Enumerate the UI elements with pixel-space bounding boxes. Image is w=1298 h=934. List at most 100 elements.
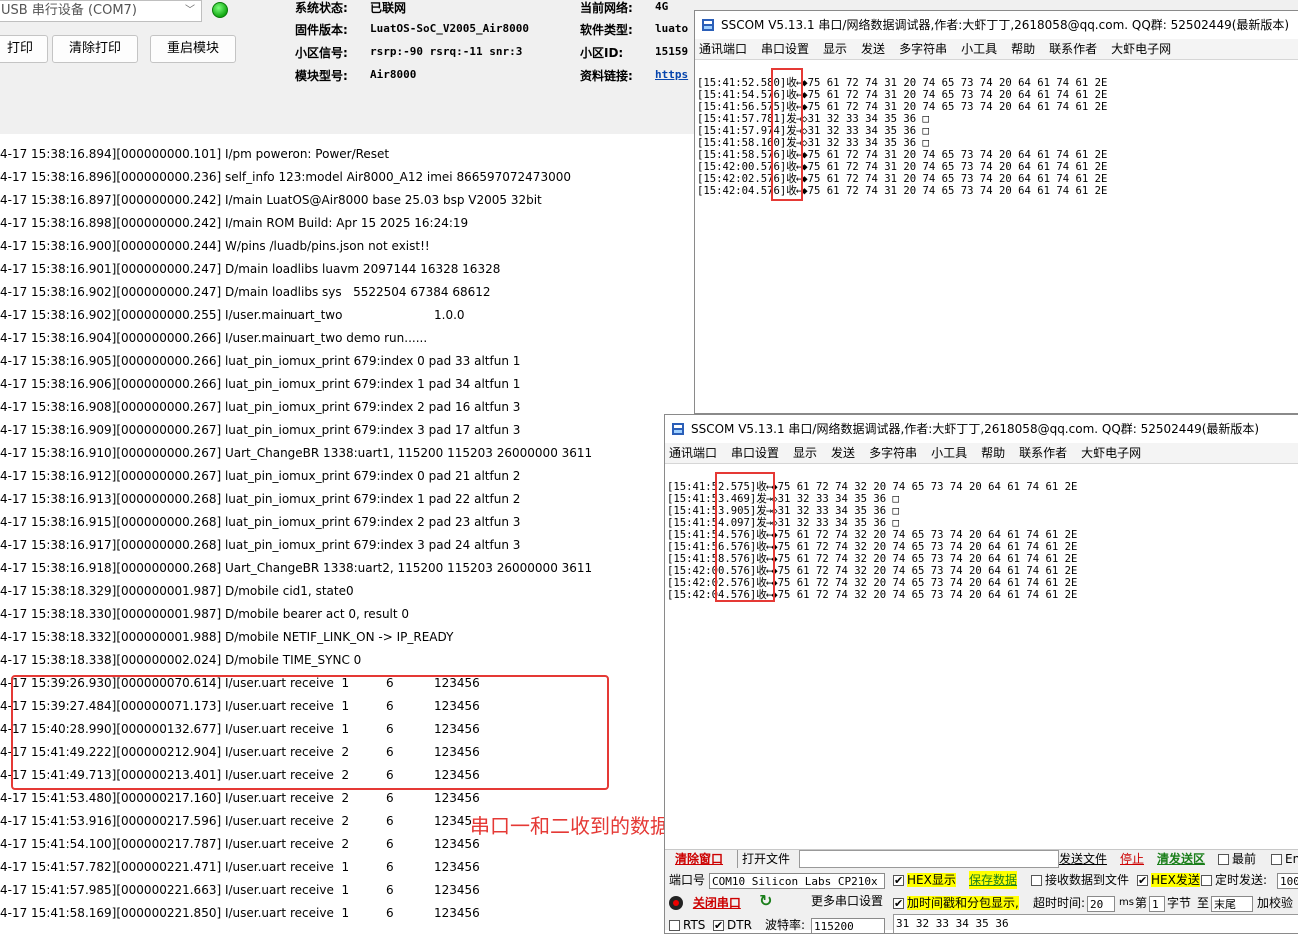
- window-title-text: SSCOM V5.13.1 串口/网络数据调试器,作者:大虾丁丁,2618058…: [721, 18, 1290, 32]
- clear-send-button[interactable]: 清发送区: [1157, 850, 1205, 868]
- port-select-value: USB 串行设备 (COM7): [1, 3, 137, 18]
- menu-item[interactable]: 帮助: [1011, 42, 1035, 56]
- menu-item[interactable]: 发送: [831, 446, 855, 460]
- log-row: 4-17 15:38:16.912][000000000.267] luat_p…: [0, 465, 694, 488]
- menu-item[interactable]: 大虾电子网: [1081, 446, 1141, 460]
- log-text: 4-17 15:38:16.897][000000000.242] I/main…: [0, 193, 542, 207]
- port-select[interactable]: COM10 Silicon Labs CP210x: [709, 871, 885, 889]
- terminal-hex-data: 75 61 72 74 32 20 74 65 73 74 20 64 61 7…: [777, 529, 1078, 541]
- sscom-window-2: SSCOM V5.13.1 串口/网络数据调试器,作者:大虾丁丁,2618058…: [664, 414, 1298, 934]
- annotation-text: 串口一和二收到的数据: [470, 814, 670, 838]
- rts-checkbox[interactable]: RTS: [669, 916, 705, 933]
- timeout-input[interactable]: 20: [1087, 894, 1115, 912]
- log-text: 4-17 15:38:16.902][000000000.247] D/main…: [0, 285, 491, 299]
- log-row: 4-17 15:38:16.896][000000000.236] self_i…: [0, 166, 694, 189]
- menu-item[interactable]: 通讯端口: [699, 42, 747, 56]
- timeout-value: 20: [1087, 895, 1115, 912]
- menu-item[interactable]: 大虾电子网: [1111, 42, 1171, 56]
- log-text: 4-17 15:38:16.910][000000000.267] Uart_C…: [0, 446, 593, 460]
- english-checkbox[interactable]: En: [1271, 850, 1298, 868]
- end-select-value: 末尾: [1211, 895, 1253, 912]
- log-row: 4-17 15:38:16.909][000000000.267] luat_p…: [0, 419, 694, 442]
- stop-button[interactable]: 停止: [1120, 850, 1144, 868]
- log-row: 4-17 15:38:16.904][000000000.266] I/user…: [0, 327, 694, 350]
- hex-send-checkbox[interactable]: HEX发送: [1137, 871, 1200, 890]
- log-row: 4-17 15:38:16.894][000000000.101] I/pm p…: [0, 143, 694, 166]
- log-field: 6: [386, 906, 394, 920]
- menu-item[interactable]: 显示: [793, 446, 817, 460]
- terminal-hex-data: 75 61 72 74 32 20 74 65 73 74 20 64 61 7…: [777, 589, 1078, 601]
- terminal-line: [15:42:04.576]收←◆75 61 72 74 31 20 74 65…: [697, 185, 1107, 197]
- menu-item[interactable]: 串口设置: [731, 446, 779, 460]
- terminal-hex-data: 75 61 72 74 32 20 74 65 73 74 20 64 61 7…: [777, 553, 1078, 565]
- log-row: 4-17 15:38:16.902][000000000.255] I/user…: [0, 304, 694, 327]
- log-text: 4-17 15:38:16.894][000000000.101] I/pm p…: [0, 147, 390, 161]
- menu-item[interactable]: 多字符串: [899, 42, 947, 56]
- menu-item[interactable]: 串口设置: [761, 42, 809, 56]
- topmost-checkbox[interactable]: 最前: [1218, 850, 1256, 868]
- send-file-button[interactable]: 发送文件: [1059, 850, 1107, 868]
- save-data-button[interactable]: 保存数据: [969, 871, 1018, 889]
- hex-display-checkbox[interactable]: HEX显示: [893, 871, 956, 890]
- refresh-icon[interactable]: ↻: [759, 892, 772, 910]
- port-select[interactable]: USB 串行设备 (COM7) ﹀: [0, 0, 202, 22]
- log-text: 4-17 15:38:16.913][000000000.268] luat_p…: [0, 492, 521, 506]
- window-title-text: SSCOM V5.13.1 串口/网络数据调试器,作者:大虾丁丁,2618058…: [691, 422, 1260, 436]
- timed-interval-input[interactable]: 100: [1277, 871, 1298, 889]
- menu-bar: 通讯端口 串口设置 显示 发送 多字符串 小工具 帮助 联系作者 大虾电子网: [695, 39, 1298, 60]
- send-input[interactable]: 31 32 33 34 35 36: [893, 914, 1298, 933]
- cell-id-label: 小区ID:: [580, 46, 624, 60]
- menu-item[interactable]: 发送: [861, 42, 885, 56]
- terminal-line: [15:41:56.575]收←◆75 61 72 74 31 20 74 65…: [697, 101, 1107, 113]
- port-label: 端口号: [669, 873, 706, 887]
- clear-print-button[interactable]: 清除打印: [52, 35, 138, 63]
- resource-link[interactable]: https: [655, 68, 688, 81]
- log-text: 4-17 15:41:58.169][000000221.850] I/user…: [0, 906, 287, 920]
- port-select-value: COM10 Silicon Labs CP210x: [709, 872, 885, 889]
- log-field: receive 2: [290, 814, 350, 828]
- log-field: receive 2: [290, 837, 350, 851]
- receive-area[interactable]: [15:41:52.580]收←◆75 61 72 74 31 20 74 65…: [697, 77, 1107, 197]
- end-select[interactable]: 末尾: [1211, 894, 1253, 912]
- menu-item[interactable]: 显示: [823, 42, 847, 56]
- open-file-button[interactable]: 打开文件: [737, 850, 790, 868]
- menu-item[interactable]: 帮助: [981, 446, 1005, 460]
- close-port-button[interactable]: 关闭串口: [669, 894, 741, 912]
- nth-input[interactable]: 1: [1149, 894, 1165, 912]
- log-row: 4-17 15:38:18.332][000000001.988] D/mobi…: [0, 626, 694, 649]
- log-field: 12345: [434, 814, 473, 828]
- log-row: 4-17 15:38:16.902][000000000.247] D/main…: [0, 281, 694, 304]
- timed-send-checkbox[interactable]: 定时发送:: [1201, 871, 1267, 889]
- log-row: 4-17 15:38:16.908][000000000.267] luat_p…: [0, 396, 694, 419]
- log-field: receive 1: [290, 883, 350, 897]
- log-row: 4-17 15:38:16.910][000000000.267] Uart_C…: [0, 442, 694, 465]
- menu-item[interactable]: 小工具: [961, 42, 997, 56]
- timestamp-checkbox[interactable]: 加时间戳和分包显示,: [893, 894, 1019, 913]
- restart-module-button[interactable]: 重启模块: [150, 35, 236, 63]
- log-row: 4-17 15:41:57.985][000000221.663] I/user…: [0, 879, 694, 902]
- more-settings-button[interactable]: 更多串口设置: [811, 892, 883, 910]
- byte-label: 字节: [1167, 896, 1192, 910]
- topmost-label: 最前: [1232, 852, 1257, 866]
- print-button[interactable]: 打印: [0, 35, 48, 63]
- menu-item[interactable]: 通讯端口: [669, 446, 717, 460]
- timestamp-label: 加时间戳和分包显示,: [907, 896, 1019, 910]
- dtr-checkbox[interactable]: DTR: [713, 916, 752, 933]
- chevron-down-icon: ﹀: [185, 5, 195, 16]
- baud-select[interactable]: 115200: [811, 916, 885, 933]
- log-text: 4-17 15:38:16.917][000000000.268] luat_p…: [0, 538, 521, 552]
- recv-to-file-checkbox[interactable]: 接收数据到文件: [1031, 871, 1129, 889]
- timeout-label: 超时时间:: [1033, 896, 1086, 910]
- clear-window-button[interactable]: 清除窗口: [675, 850, 723, 868]
- menu-item[interactable]: 多字符串: [869, 446, 917, 460]
- log-field: 6: [386, 814, 394, 828]
- log-text: 4-17 15:38:16.906][000000000.266] luat_p…: [0, 377, 521, 391]
- menu-item[interactable]: 小工具: [931, 446, 967, 460]
- checksum-select[interactable]: 加校验: [1257, 894, 1293, 912]
- menu-item[interactable]: 联系作者: [1049, 42, 1097, 56]
- log-row: 4-17 15:38:18.330][000000001.987] D/mobi…: [0, 603, 694, 626]
- menu-item[interactable]: 联系作者: [1019, 446, 1067, 460]
- file-path-input[interactable]: [799, 850, 1059, 868]
- log-panel[interactable]: 4-17 15:38:16.894][000000000.101] I/pm p…: [0, 134, 694, 926]
- nth-value: 1: [1149, 895, 1165, 912]
